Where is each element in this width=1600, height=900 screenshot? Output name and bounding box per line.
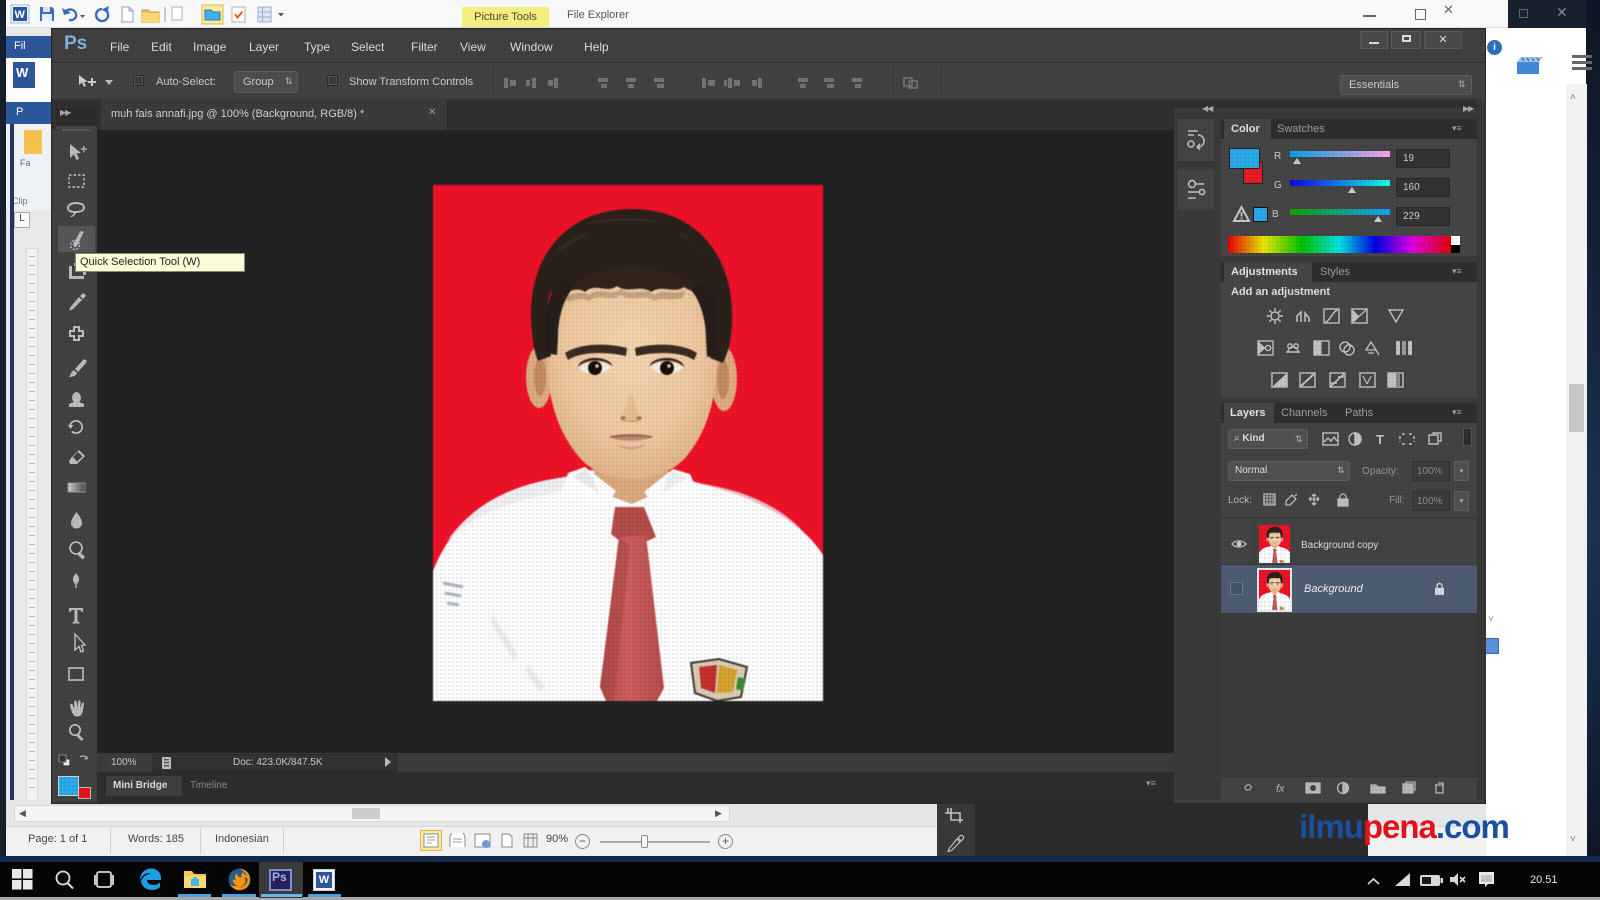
svg-text:T: T — [1376, 432, 1384, 447]
svg-text:W: W — [15, 9, 26, 21]
svg-text:fx: fx — [1276, 783, 1285, 795]
